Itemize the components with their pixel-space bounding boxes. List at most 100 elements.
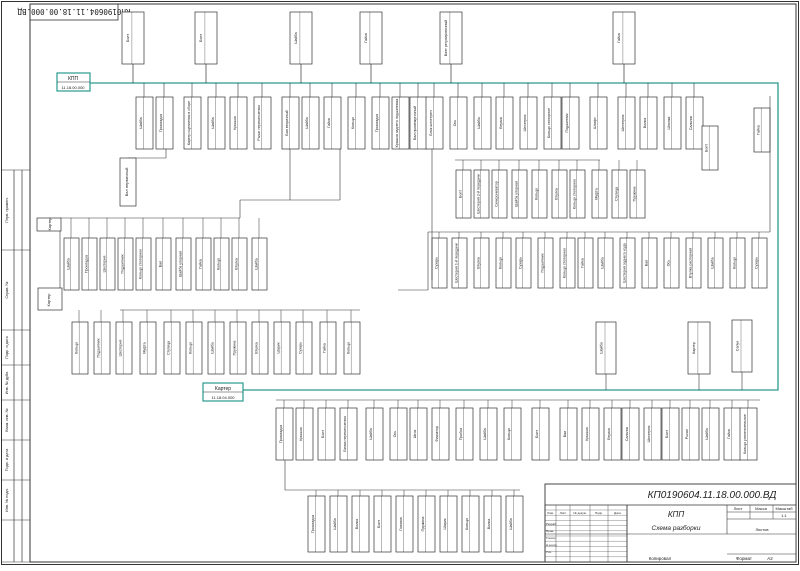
part-label: Сухарь — [299, 342, 303, 354]
bottom-part-box: Кольцо уплотнительное — [739, 407, 758, 461]
left-upper-part-box: Шайба — [251, 237, 268, 291]
center2-part-box: Подшипник — [537, 237, 554, 289]
stamp-role: Утв. — [546, 550, 552, 554]
part-label: Муфта — [143, 342, 147, 353]
center-part-box: Шестерня 2-й передачи — [473, 169, 490, 219]
stamp-header: Дата — [614, 511, 621, 515]
side-strip-label: Взам. инв. № — [5, 408, 9, 432]
part-label: Подшипник — [120, 254, 124, 273]
part-label: Кольцо — [347, 342, 351, 354]
upper-part-box: Гайка — [323, 96, 342, 150]
part-label: Гайка — [617, 33, 621, 42]
upper-part-box: Крышка заднего подшипника — [391, 96, 410, 150]
part-label: Болт — [126, 34, 130, 42]
part-label: Крышка — [585, 427, 589, 440]
part-label: Сальник — [625, 426, 629, 441]
node-main-assembly: КПП 11.18.00.000 — [56, 72, 91, 92]
part-label: Шайба — [305, 117, 309, 128]
left-lower-part-box: Кольцо — [71, 321, 89, 375]
part-label: Болт — [377, 520, 381, 528]
part-label: Шайба — [254, 258, 258, 269]
title-sheet-label: Лист — [734, 506, 743, 511]
center2-part-box: Шестерня заднего хода — [619, 237, 636, 289]
part-label: Втулка распорная — [688, 248, 692, 278]
part-label: Шайба — [705, 428, 709, 439]
part-label: Рычаг — [685, 428, 689, 439]
bottom-part-box: Кольцо — [503, 407, 522, 461]
center2-part-box: Втулка распорная — [685, 237, 702, 289]
part-label: Шестерня 2-й передачи — [476, 174, 480, 214]
part-label: Шайба упорная — [514, 181, 518, 207]
bottom-sub-part-box: Вилка — [351, 495, 370, 553]
stamp-header: № докум. — [573, 511, 586, 515]
center-part-box: Болт — [455, 169, 472, 219]
bottom-part-box: Вилка переключения — [339, 407, 358, 461]
top-row-parts: Болт Болт Шайба Гайка Винт регулировочный Гай… — [121, 11, 636, 83]
bottom-sub-part-box: Вилка — [483, 495, 502, 553]
part-label: Пружина — [632, 187, 636, 202]
stamp-role: Разраб. — [546, 522, 557, 526]
side-strip-label: Справ. № — [5, 281, 9, 298]
title-mass-label: Масса — [755, 506, 768, 511]
part-label: Картер — [692, 342, 696, 354]
part-label: Ступица — [167, 341, 171, 355]
bottom-row-parts: Прокладка Крышка Болт Вилка переключения Шай… — [275, 399, 760, 461]
bottom-part-box: Рычаг — [681, 407, 700, 461]
part-label: Шайба — [477, 117, 481, 128]
center-group-parts: Болт Шестерня 2-й передачи Синхронизатор Ша… — [455, 160, 646, 219]
bottom-part-box: Шток — [409, 407, 428, 461]
part-label: Шестерня — [119, 340, 123, 357]
upper-part-box: Кольцо — [347, 96, 366, 150]
part-label: Шестерня — [523, 115, 527, 132]
part-label: Шайба — [369, 428, 373, 439]
center2-part-box: Гайка — [577, 237, 594, 289]
title-doc-code: КП0190604.11.18.00.000.ВД — [648, 490, 777, 501]
side-strip-label: Подп. и дата — [5, 335, 9, 358]
node-sub-shaft: Вал первичный — [119, 157, 137, 207]
part-label: Шпонка — [667, 117, 671, 130]
center2-part-box: Шестерня 1-й передачи — [451, 237, 468, 289]
part-label: Шарик — [277, 342, 281, 353]
center-part-box: Синхронизатор — [491, 169, 508, 219]
title-scale-value: 1:1 — [781, 513, 787, 518]
part-label: Кольцо — [465, 518, 469, 530]
left-lower-part-box: Втулка — [251, 321, 269, 375]
title-scale-label: Масштаб — [775, 506, 793, 511]
part-label: Шестерня — [621, 115, 625, 132]
bottom-sub-part-box: Шайба — [329, 495, 348, 553]
bottom-part-box: Ось — [389, 407, 408, 461]
title-block: КП0190604.11.18.00.000.ВД КПП Схема разб… — [544, 483, 797, 563]
part-label: Прокладка — [84, 255, 88, 273]
upper-part-box: Ось — [449, 96, 468, 150]
part-label: Прокладка — [311, 515, 315, 533]
stamp-role: Н.контр. — [546, 543, 558, 547]
left-lower-part-box: Кольцо — [185, 321, 203, 375]
stamp-role: Пров. — [546, 529, 554, 533]
bottom-part-box: Пробка — [455, 407, 474, 461]
left-upper-part-box: Кольцо — [213, 237, 230, 291]
part-label: Вал промежуточный — [413, 106, 417, 140]
upper-part-box: Сальник — [685, 96, 704, 150]
node-sub4-code: 11.18.04.000 — [211, 395, 235, 400]
bottom-sub-part-box: Прокладка — [307, 495, 326, 553]
center2-part-box: Втулка — [473, 237, 490, 289]
part-label: Сухарь — [434, 257, 438, 269]
part-label: Кольцо уплотнительное — [743, 414, 747, 454]
part-label: Прокладка — [159, 114, 163, 132]
center-group2-parts: Сухарь Шестерня 1-й передачи Втулка Кольцо С… — [431, 232, 768, 289]
part-label: Вилка — [487, 519, 491, 529]
part-label: Шарик — [443, 518, 447, 529]
bottom-sub-part-box: Пружина — [417, 495, 436, 553]
part-label: Шайба — [333, 518, 337, 529]
title-sheets-label: Листов — [756, 527, 769, 532]
disassembly-diagram: КП0190604.11.18.00.000.ВД Перв. примен. С… — [1, 1, 799, 565]
left-upper-parts: Шайба Прокладка Шестерня Подшипник Кольцо ст… — [63, 218, 268, 291]
bottom-sub-part-box: Болт — [373, 495, 392, 553]
center-part-box: Пружина — [629, 169, 646, 219]
drawing-sheet: КП0190604.11.18.00.000.ВД Перв. примен. С… — [0, 0, 800, 566]
part-label: Кольцо — [75, 342, 79, 354]
title-doc-name: Схема разборки — [652, 524, 701, 532]
part-label: Ось — [666, 260, 670, 267]
node-sub-housing-2: Картер — [37, 287, 63, 311]
title-assembly-name: КПП — [668, 510, 685, 519]
